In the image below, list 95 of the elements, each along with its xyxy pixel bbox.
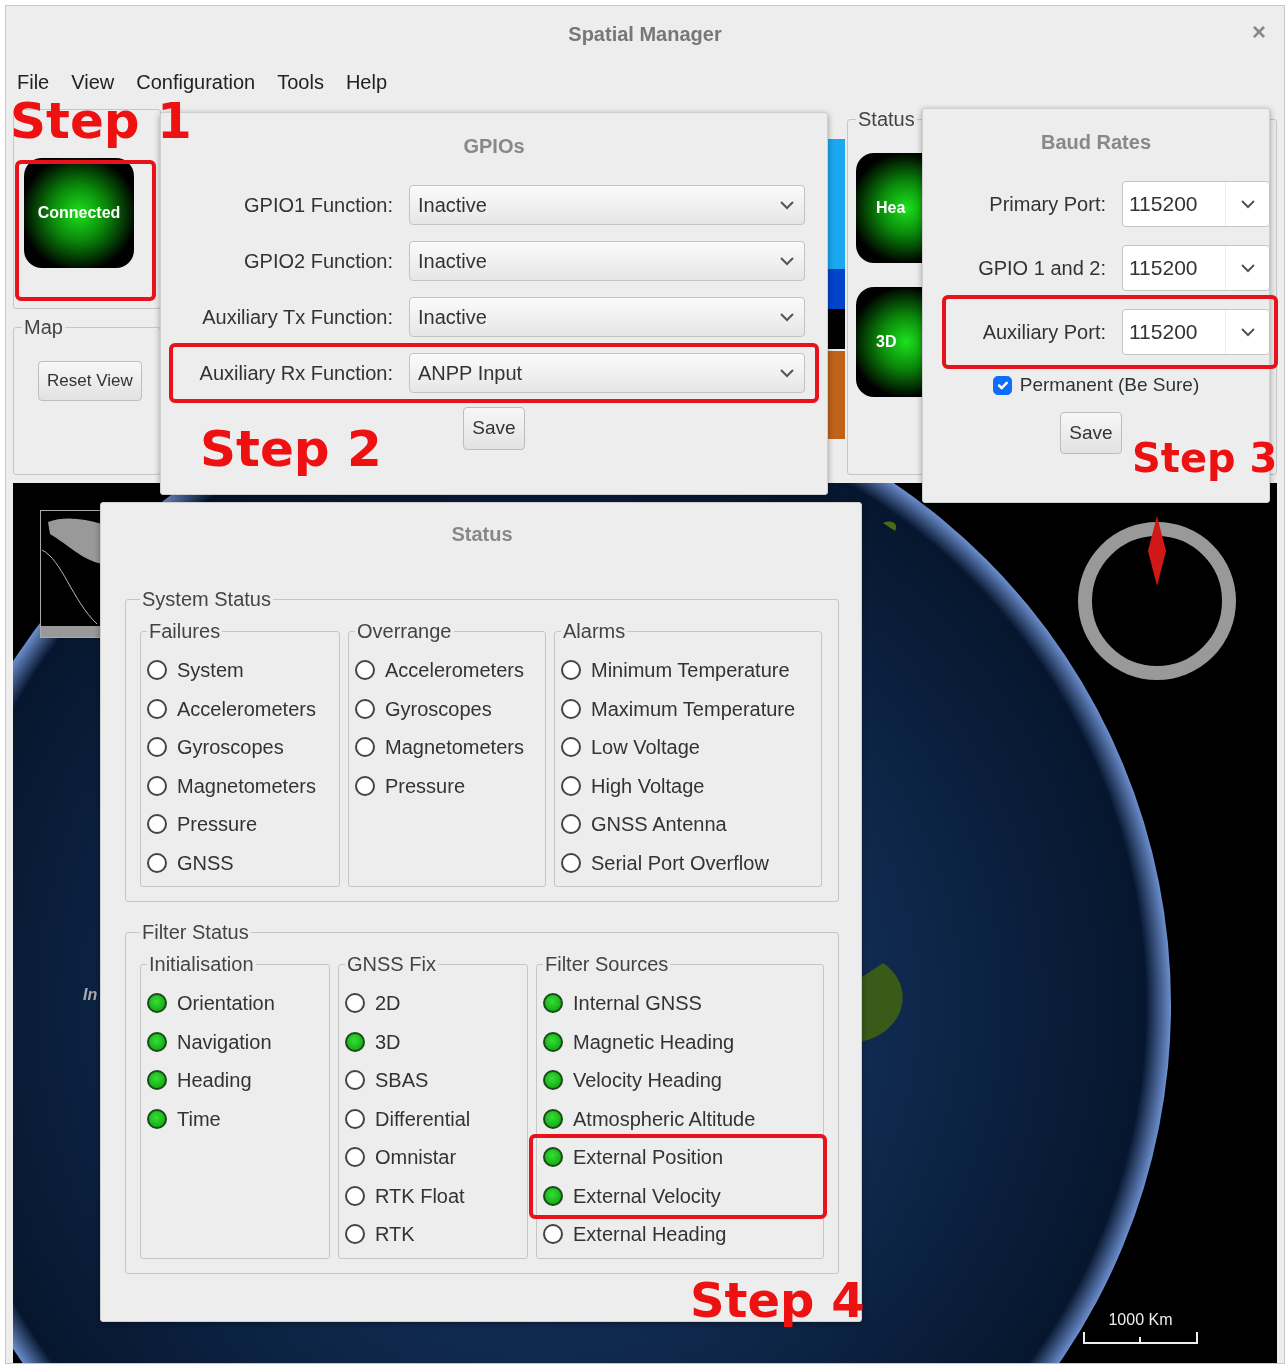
dropdown[interactable]: Inactive [409,297,805,337]
status-label: External Velocity [573,1183,721,1209]
status-label: Pressure [177,812,258,838]
indicator-label: 3D [876,332,897,352]
menu-item[interactable]: Configuration [136,67,256,97]
dropdown-value: Inactive [418,305,487,330]
status-label: 3D [375,1029,401,1055]
status-label: Serial Port Overflow [591,850,769,876]
scale-label: 1000 Km [1108,1310,1173,1330]
step-annotation: Step 2 [200,424,382,474]
dialog-title: Status [450,522,514,547]
dropdown-value: 115200 [1128,191,1199,217]
dropdown-value: 115200 [1128,255,1199,281]
status-label: Time [177,1106,221,1132]
group-title: GNSS Fix [346,954,437,974]
menu-item[interactable]: View [71,67,115,97]
dropdown-value: ANPP Input [418,361,523,386]
chevron-down-icon [1240,263,1255,273]
field-label: Primary Port: [988,192,1106,217]
dialog-title: Baud Rates [1041,130,1151,155]
panel-title: Map [23,317,64,337]
field-label: Auxiliary Rx Function: [198,361,393,386]
section-title: System Status [141,589,272,609]
dropdown[interactable]: 115200 [1122,309,1270,355]
compass-icon [1076,516,1238,682]
group-title: Failures [148,621,222,641]
status-label: External Heading [573,1222,727,1248]
save-button[interactable]: Save [1060,411,1122,454]
group-title: Initialisation [148,954,255,974]
status-label: Differential [375,1106,471,1132]
status-label: RTK [375,1222,415,1248]
menu-item[interactable]: Help [345,67,388,97]
status-label: Magnetometers [385,735,524,761]
status-label: Gyroscopes [385,696,492,722]
section-title: Filter Status [141,922,250,942]
status-label: 2D [375,991,401,1017]
menu-item[interactable]: File [17,67,50,97]
field-label: Auxiliary Tx Function: [201,305,393,330]
field-label: GPIO 1 and 2: [977,256,1106,281]
dropdown-value: Inactive [418,193,487,218]
chevron-down-icon [780,368,794,378]
status-label: Pressure [385,773,466,799]
status-label: Magnetometers [177,773,316,799]
status-label: Gyroscopes [177,735,284,761]
status-label: Low Voltage [591,735,700,761]
status-label: External Position [573,1145,724,1171]
group-title: Overrange [356,621,453,641]
chevron-down-icon [780,256,794,266]
status-label: Omnistar [375,1145,457,1171]
status-label: Internal GNSS [573,991,702,1017]
save-button[interactable]: Save [463,407,525,450]
panel-title: Status [857,109,916,129]
chevron-down-icon [1240,199,1255,209]
dropdown[interactable]: 115200 [1122,181,1270,227]
status-label: Orientation [177,991,275,1017]
group-title: Alarms [562,621,627,641]
status-label: Minimum Temperature [591,658,790,684]
status-label: SBAS [375,1068,429,1094]
connection-indicator[interactable]: Connected [24,158,134,268]
field-label: Auxiliary Port: [981,320,1106,345]
status-label: Heading [177,1068,252,1094]
dialog-title: GPIOs [463,134,525,159]
dropdown[interactable]: 115200 [1122,245,1270,291]
reset-view-button[interactable]: Reset View [38,361,142,401]
status-label: Magnetic Heading [573,1029,735,1055]
status-label: Accelerometers [385,658,524,684]
status-label: System [177,658,244,684]
group-title: Filter Sources [544,954,670,974]
indicator-label: Hea [876,198,906,218]
step-annotation: Step 1 [10,96,192,146]
menu-item[interactable]: Tools [277,67,324,97]
chevron-down-icon [780,200,794,210]
chevron-down-icon [1240,327,1255,337]
status-label: RTK Float [375,1183,465,1209]
status-label: Navigation [177,1029,272,1055]
dropdown[interactable]: Inactive [409,241,805,281]
scale-ruler-icon [1083,1332,1198,1344]
status-label: High Voltage [591,773,705,799]
permanent-checkbox[interactable] [992,375,1012,395]
dropdown[interactable]: Inactive [409,185,805,225]
status-label: Atmospheric Altitude [573,1106,756,1132]
field-label: GPIO1 Function: [243,193,393,218]
status-label: GNSS [177,850,234,876]
dropdown-value: Inactive [418,249,487,274]
status-label: Maximum Temperature [591,696,796,722]
dropdown[interactable]: ANPP Input [409,353,805,393]
chevron-down-icon [780,312,794,322]
dropdown-value: 115200 [1128,319,1199,345]
checkbox-label: Permanent (Be Sure) [1019,373,1200,397]
status-label: GNSS Antenna [591,812,727,838]
window-title: Spatial Manager [568,21,722,47]
map-label: In [83,985,98,1005]
field-label: GPIO2 Function: [243,249,393,274]
status-label: Velocity Heading [573,1068,722,1094]
status-label: Accelerometers [177,696,316,722]
